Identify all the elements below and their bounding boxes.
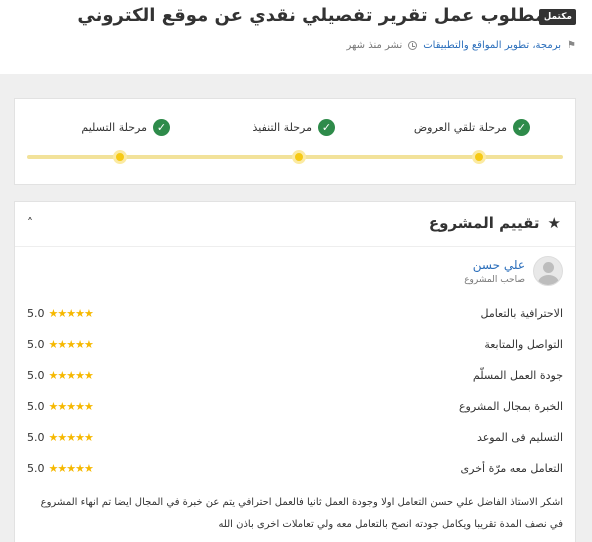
rating-value: 5.0 xyxy=(27,430,45,444)
review-title: ★ تقييم المشروع xyxy=(428,214,561,232)
stage-delivery: ✓ مرحلة التسليم xyxy=(81,119,170,136)
rating-stars: ★★★★★ xyxy=(48,430,94,444)
tag-icon: ⚑ xyxy=(567,40,576,51)
rating-row: التعامل معه مرّة أخرى 5.0 ★★★★★ xyxy=(27,458,563,478)
rating-row: الخبرة بمجال المشروع 5.0 ★★★★★ xyxy=(27,396,563,416)
progress-dot xyxy=(292,150,306,164)
stage-label: مرحلة تلقي العروض xyxy=(413,121,507,134)
rating-stars: ★★★★★ xyxy=(48,461,94,475)
page-title: مطلوب عمل تقرير تفصيلي نقدي عن موقع الكت… xyxy=(77,5,546,26)
rating-stars: ★★★★★ xyxy=(48,306,94,320)
check-circle-icon: ✓ xyxy=(513,119,530,136)
rating-stars: ★★★★★ xyxy=(48,337,94,351)
rating-value: 5.0 xyxy=(27,399,45,413)
review-comment: اشكر الاستاذ الفاضل علي حسن التعامل اولا… xyxy=(40,497,563,530)
rating-value: 5.0 xyxy=(27,306,45,320)
rating-label: الاحترافية بالتعامل xyxy=(480,306,563,320)
chevron-up-icon[interactable]: ˄ xyxy=(27,216,33,230)
reviewer-name-link[interactable]: علي حسن xyxy=(464,258,525,272)
check-circle-icon: ✓ xyxy=(153,119,170,136)
rating-stars: ★★★★★ xyxy=(48,399,94,413)
review-panel-header[interactable]: ★ تقييم المشروع ˄ xyxy=(15,202,575,247)
rating-stars: ★★★★★ xyxy=(48,368,94,382)
reviewer: علي حسن صاحب المشروع xyxy=(464,256,563,286)
stage-offers: ✓ مرحلة تلقي العروض xyxy=(414,119,530,136)
rating-value: 5.0 xyxy=(27,461,45,475)
rating-row: الاحترافية بالتعامل 5.0 ★★★★★ xyxy=(27,303,563,323)
reviewer-role: صاحب المشروع xyxy=(464,274,525,285)
check-circle-icon: ✓ xyxy=(318,119,335,136)
stage-label: مرحلة التنفيذ xyxy=(252,121,312,134)
rating-row: التسليم فى الموعد 5.0 ★★★★★ xyxy=(27,427,563,447)
rating-label: التسليم فى الموعد xyxy=(476,430,563,444)
rating-row: التواصل والمتابعة 5.0 ★★★★★ xyxy=(27,334,563,354)
project-meta: ⚑ برمجة، تطوير المواقع والتطبيقات نشر من… xyxy=(347,40,576,51)
category-link[interactable]: برمجة، تطوير المواقع والتطبيقات xyxy=(423,40,561,51)
project-stages: ✓ مرحلة تلقي العروض ✓ مرحلة التنفيذ ✓ مر… xyxy=(14,98,576,185)
stage-label: مرحلة التسليم xyxy=(81,121,147,134)
star-icon: ★ xyxy=(547,214,561,232)
project-header: مكتمل مطلوب عمل تقرير تفصيلي نقدي عن موق… xyxy=(0,0,592,74)
rating-row: جودة العمل المسلّم 5.0 ★★★★★ xyxy=(27,365,563,385)
stage-execution: ✓ مرحلة التنفيذ xyxy=(252,119,335,136)
review-panel: ★ تقييم المشروع ˄ علي حسن صاحب المشروع ا… xyxy=(14,201,576,542)
clock-icon xyxy=(408,41,418,50)
avatar[interactable] xyxy=(533,256,563,286)
rating-label: التواصل والمتابعة xyxy=(484,337,563,351)
rating-label: جودة العمل المسلّم xyxy=(472,368,563,382)
published-time: نشر منذ شهر xyxy=(346,40,403,51)
rating-value: 5.0 xyxy=(27,368,45,382)
rating-value: 5.0 xyxy=(27,337,45,351)
progress-dot xyxy=(472,150,486,164)
rating-label: الخبرة بمجال المشروع xyxy=(458,399,563,413)
progress-dot xyxy=(113,150,127,164)
rating-label: التعامل معه مرّة أخرى xyxy=(460,461,563,475)
